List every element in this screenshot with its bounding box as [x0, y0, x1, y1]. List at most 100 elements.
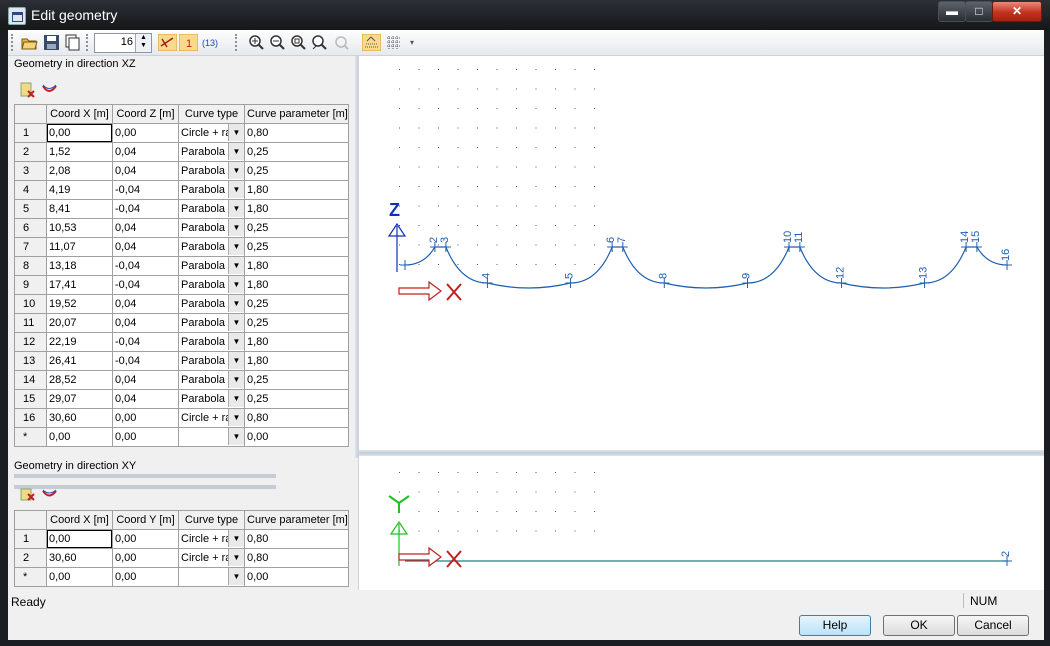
table-cell[interactable]: 0,00: [112, 408, 179, 428]
close-button[interactable]: ✕: [992, 1, 1042, 22]
table-row[interactable]: 16 30,60 0,00 Circle + ra ▼ 0,80: [14, 408, 349, 428]
curve-type-combo[interactable]: Parabola ▼: [178, 199, 245, 219]
table-cell[interactable]: 0,04: [112, 370, 179, 390]
curve-type-combo[interactable]: Parabola ▼: [178, 142, 245, 162]
column-header[interactable]: Curve parameter [m]: [244, 510, 349, 530]
curve-type-combo[interactable]: Parabola ▼: [178, 351, 245, 371]
curve-type-combo[interactable]: Parabola ▼: [178, 389, 245, 409]
table-cell[interactable]: 11,07: [46, 237, 113, 257]
table-cell[interactable]: 0,00: [244, 567, 349, 587]
table-cell[interactable]: 0,25: [244, 142, 349, 162]
table-cell[interactable]: 0,00: [46, 529, 113, 549]
chevron-down-icon[interactable]: ▼: [228, 181, 244, 198]
table-row[interactable]: 12 22,19 -0,04 Parabola ▼ 1,80: [14, 332, 349, 352]
table-cell[interactable]: -0,04: [112, 332, 179, 352]
undo-zoom-icon[interactable]: [333, 34, 350, 51]
table-cell[interactable]: 30,60: [46, 408, 113, 428]
curve-type-combo[interactable]: Parabola ▼: [178, 180, 245, 200]
xy-profile-icon[interactable]: [41, 488, 58, 501]
chevron-down-icon[interactable]: ▼: [228, 428, 244, 445]
table-row[interactable]: 1 0,00 0,00 Circle + ra ▼ 0,80: [14, 529, 349, 549]
table-cell[interactable]: 4,19: [46, 180, 113, 200]
column-header[interactable]: [14, 510, 47, 530]
table-cell[interactable]: 0,00: [46, 123, 113, 143]
table-cell[interactable]: 0,04: [112, 218, 179, 238]
table-cell[interactable]: 0,00: [244, 427, 349, 447]
table-cell[interactable]: 13,18: [46, 256, 113, 276]
table-cell[interactable]: 0,25: [244, 294, 349, 314]
column-header[interactable]: Curve type: [178, 104, 245, 124]
table-cell[interactable]: 2,08: [46, 161, 113, 181]
chevron-down-icon[interactable]: ▼: [228, 352, 244, 369]
curve-type-combo[interactable]: Parabola ▼: [178, 161, 245, 181]
chevron-down-icon[interactable]: ▼: [228, 568, 244, 585]
save-icon[interactable]: [43, 34, 60, 51]
table-cell[interactable]: -0,04: [112, 180, 179, 200]
table-row[interactable]: 6 10,53 0,04 Parabola ▼ 0,25: [14, 218, 349, 238]
minimize-button[interactable]: ▬: [938, 1, 966, 22]
chevron-down-icon[interactable]: ▼: [228, 530, 244, 547]
table-cell[interactable]: 0,00: [46, 427, 113, 447]
table-cell[interactable]: 28,52: [46, 370, 113, 390]
chevron-down-icon[interactable]: ▼: [228, 200, 244, 217]
chevron-down-icon[interactable]: ▼: [228, 143, 244, 160]
curve-type-combo[interactable]: ▼: [178, 567, 245, 587]
chevron-down-icon[interactable]: ▼: [228, 295, 244, 312]
xy-import-icon[interactable]: [20, 488, 36, 501]
table-cell[interactable]: 0,80: [244, 123, 349, 143]
xy-scroll-track[interactable]: [14, 474, 276, 478]
maximize-button[interactable]: □: [965, 1, 993, 22]
chevron-down-icon[interactable]: ▼: [228, 390, 244, 407]
table-cell[interactable]: 0,25: [244, 161, 349, 181]
table-cell[interactable]: 20,07: [46, 313, 113, 333]
xy-drawing[interactable]: 2: [359, 456, 1044, 590]
column-header[interactable]: Coord Z [m]: [112, 104, 179, 124]
table-cell[interactable]: -0,04: [112, 275, 179, 295]
table-cell[interactable]: 0,00: [112, 567, 179, 587]
table-cell[interactable]: 0,80: [244, 529, 349, 549]
curve-type-combo[interactable]: Circle + ra ▼: [178, 123, 245, 143]
chevron-down-icon[interactable]: ▼: [228, 238, 244, 255]
open-icon[interactable]: [21, 34, 38, 51]
chevron-down-icon[interactable]: ▼: [228, 409, 244, 426]
table-cell[interactable]: 10,53: [46, 218, 113, 238]
cancel-button[interactable]: Cancel: [957, 615, 1029, 636]
table-row[interactable]: 3 2,08 0,04 Parabola ▼ 0,25: [14, 161, 349, 181]
chevron-down-icon[interactable]: ▼: [228, 257, 244, 274]
column-header[interactable]: [14, 104, 47, 124]
column-header[interactable]: Curve type: [178, 510, 245, 530]
column-header[interactable]: Curve parameter [m]: [244, 104, 349, 124]
xy-canvas[interactable]: 2: [359, 456, 1044, 590]
table-cell[interactable]: 0,00: [112, 427, 179, 447]
table-cell[interactable]: 1,80: [244, 180, 349, 200]
help-button[interactable]: Help: [799, 615, 871, 636]
chevron-down-icon[interactable]: ▼: [228, 371, 244, 388]
table-cell[interactable]: 0,04: [112, 237, 179, 257]
table-cell[interactable]: 0,04: [112, 313, 179, 333]
table-cell[interactable]: 26,41: [46, 351, 113, 371]
xz-table[interactable]: Coord X [m] Coord Z [m] Curve type Curve pa…: [14, 104, 349, 447]
table-row[interactable]: 9 17,41 -0,04 Parabola ▼ 1,80: [14, 275, 349, 295]
curve-type-combo[interactable]: Parabola ▼: [178, 370, 245, 390]
table-cell[interactable]: 0,80: [244, 408, 349, 428]
curve-type-combo[interactable]: Parabola ▼: [178, 237, 245, 257]
table-cell[interactable]: 0,25: [244, 389, 349, 409]
chevron-down-icon[interactable]: ▼: [228, 162, 244, 179]
curve-type-combo[interactable]: Parabola ▼: [178, 218, 245, 238]
table-cell[interactable]: 0,80: [244, 548, 349, 568]
table-row[interactable]: 15 29,07 0,04 Parabola ▼ 0,25: [14, 389, 349, 409]
chevron-down-icon[interactable]: ▼: [228, 549, 244, 566]
table-cell[interactable]: 17,41: [46, 275, 113, 295]
curve-type-combo[interactable]: Circle + ra ▼: [178, 548, 245, 568]
table-cell[interactable]: 0,00: [112, 123, 179, 143]
chevron-down-icon[interactable]: ▼: [228, 333, 244, 350]
zoom-in-icon[interactable]: [248, 34, 265, 51]
table-cell[interactable]: 1,80: [244, 275, 349, 295]
chevron-down-icon[interactable]: ▼: [228, 276, 244, 293]
curve-type-combo[interactable]: Parabola ▼: [178, 275, 245, 295]
table-row[interactable]: 11 20,07 0,04 Parabola ▼ 0,25: [14, 313, 349, 333]
toolbar-overflow-icon[interactable]: ▾: [410, 38, 414, 47]
table-row[interactable]: 2 30,60 0,00 Circle + ra ▼ 0,80: [14, 548, 349, 568]
table-cell[interactable]: 0,25: [244, 218, 349, 238]
grid-icon[interactable]: [385, 34, 402, 51]
